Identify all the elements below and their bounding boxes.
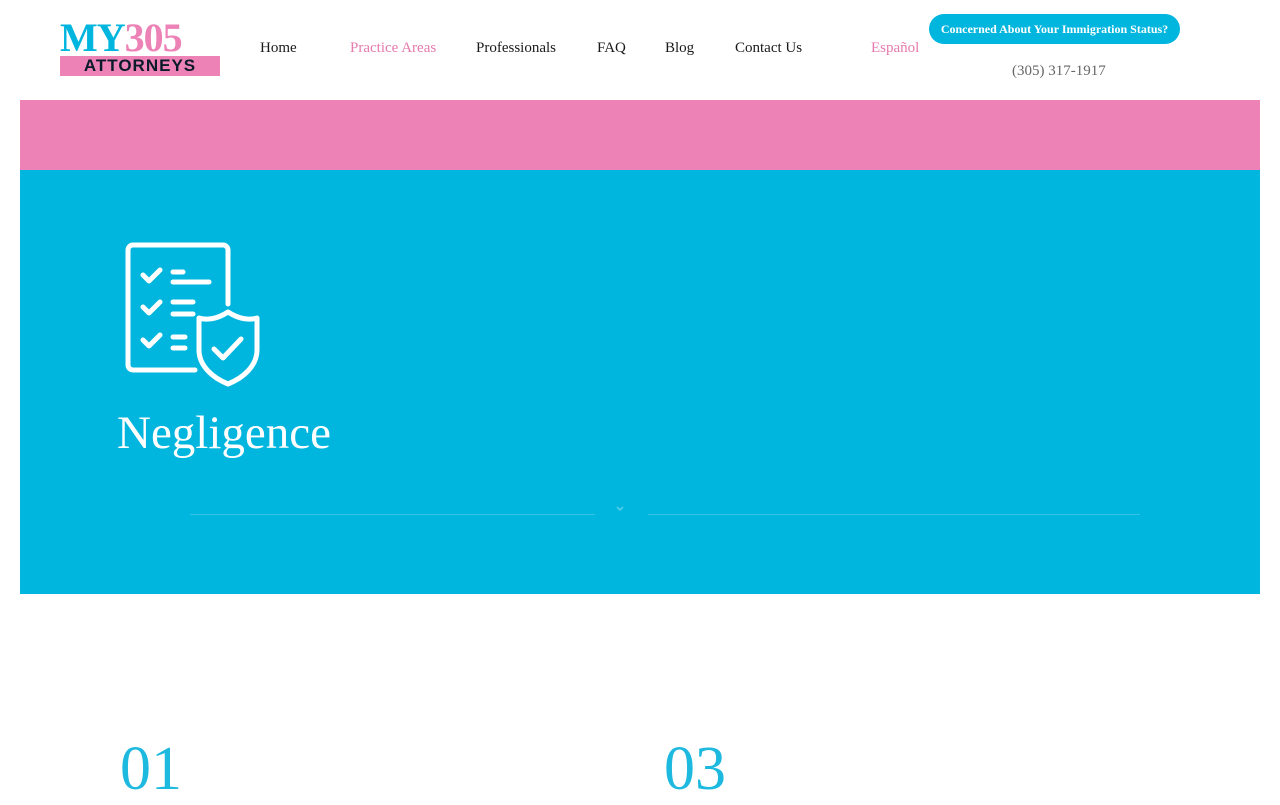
phone-number[interactable]: (305) 317-1917 [1012,63,1106,80]
page-title: Negligence [117,407,332,459]
nav-practice-areas[interactable]: Practice Areas [350,40,436,57]
pink-banner [20,100,1260,170]
logo-number: 305 [124,15,183,60]
nav-contact-us[interactable]: Contact Us [735,40,802,57]
hero-section: Negligence [20,170,1260,594]
immigration-status-button[interactable]: Concerned About Your Immigration Status? [929,14,1180,44]
logo-letters: MY [60,15,126,60]
logo-top-line: MY305 [60,15,183,60]
nav-home[interactable]: Home [260,40,297,57]
nav-faq[interactable]: FAQ [597,40,626,57]
step-number-03: 03 [664,735,726,803]
nav-professionals[interactable]: Professionals [476,40,556,57]
nav-blog[interactable]: Blog [665,40,694,57]
hero-divider-left [190,514,595,515]
logo-bottom-line: ATTORNEYS [60,56,220,76]
site-logo[interactable]: MY305 ATTORNEYS [60,18,220,80]
checklist-shield-icon [125,242,260,387]
step-number-01: 01 [120,735,182,803]
chevron-down-icon [616,506,624,512]
hero-divider-right [648,514,1140,515]
nav-espanol[interactable]: Español [871,40,919,57]
site-header: MY305 ATTORNEYS Home Practice Areas Prof… [0,0,1280,100]
